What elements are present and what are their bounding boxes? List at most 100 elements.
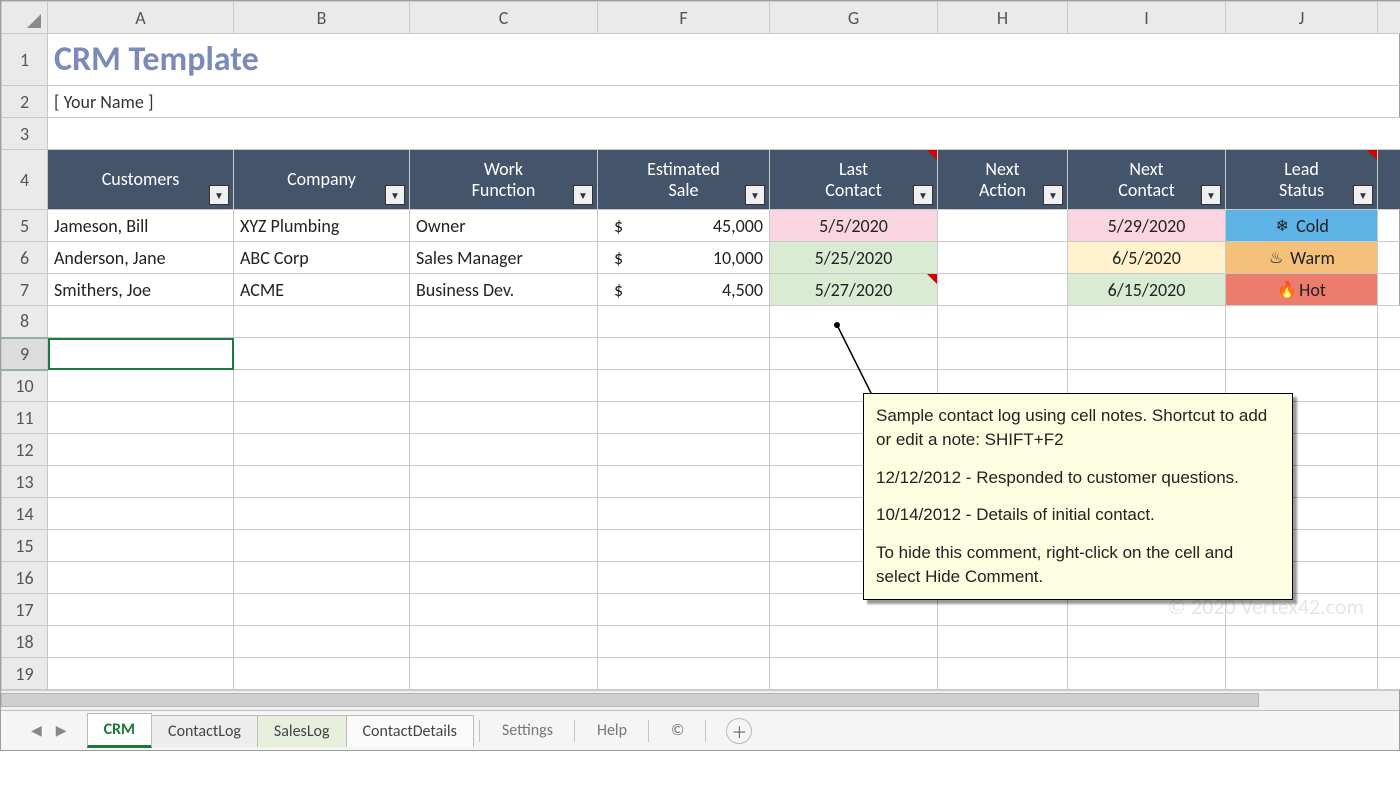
col-K[interactable]: K [1378,2,1400,34]
tab-saleslog[interactable]: SalesLog [257,715,347,747]
spreadsheet-frame: A B C F G H I J K 1 CRM Template 2 [ You… [0,0,1400,751]
tab-nav-prev-icon[interactable]: ◀ [31,722,42,739]
row-5[interactable]: 5 [2,210,48,242]
header-last-contact[interactable]: LastContact [770,150,938,210]
filter-button-last-contact[interactable] [913,185,933,205]
cell-lead-source[interactable]: Website [1378,242,1400,274]
tab-settings[interactable]: Settings [486,715,569,746]
cell-lead-status[interactable]: ♨Warm [1226,242,1378,274]
row-4[interactable]: 4 [2,150,48,210]
filter-button-work-function[interactable] [573,185,593,205]
header-company[interactable]: Company [234,150,410,210]
header-next-action[interactable]: NextAction [938,150,1068,210]
row-18[interactable]: 18 [2,626,48,658]
row-19[interactable]: 19 [2,658,48,690]
header-lead-source[interactable]: LeadSource [1378,150,1400,210]
header-lead-status[interactable]: LeadStatus [1226,150,1378,210]
col-G[interactable]: G [770,2,938,34]
table-row[interactable]: 5 Jameson, Bill XYZ Plumbing Owner $45,0… [2,210,1400,242]
header-estimated-sale[interactable]: EstimatedSale [598,150,770,210]
row-11[interactable]: 11 [2,402,48,434]
subtitle-cell[interactable]: [ Your Name ] [48,86,1400,118]
header-estimated-sale-label: EstimatedSale [604,159,763,200]
cell-last-contact[interactable]: 5/25/2020 [770,242,938,274]
tab-contactlog[interactable]: ContactLog [151,715,258,747]
cell-function[interactable]: Owner [410,210,598,242]
col-C[interactable]: C [410,2,598,34]
cell-next-action[interactable] [938,274,1068,306]
header-customers[interactable]: Customers [48,150,234,210]
row-10[interactable]: 10 [2,370,48,402]
cell-estimated-sale[interactable]: $10,000 [598,242,770,274]
col-J[interactable]: J [1226,2,1378,34]
filter-button-customers[interactable] [209,185,229,205]
cell-company[interactable]: ABC Corp [234,242,410,274]
cell-next-contact[interactable]: 6/15/2020 [1068,274,1226,306]
col-I[interactable]: I [1068,2,1226,34]
col-F[interactable]: F [598,2,770,34]
row-15[interactable]: 15 [2,530,48,562]
row-8[interactable]: 8 [2,306,48,338]
status-label: Hot [1299,279,1326,301]
header-customers-label: Customers [54,169,227,190]
add-sheet-button[interactable]: ＋ [726,718,752,744]
row-2[interactable]: 2 [2,86,48,118]
tab-separator [648,720,649,742]
cell-customer[interactable]: Jameson, Bill [48,210,234,242]
cell-function[interactable]: Business Dev. [410,274,598,306]
cell-last-contact[interactable]: 5/27/2020 [770,274,938,306]
row-14[interactable]: 14 [2,498,48,530]
tab-help[interactable]: Help [581,715,643,746]
row-3[interactable]: 3 [2,118,48,150]
table-row[interactable]: 7 Smithers, Joe ACME Business Dev. $4,50… [2,274,1400,306]
tab-separator [574,720,575,742]
cell-lead-source[interactable]: Email [1378,274,1400,306]
cell-lead-status[interactable]: ❄Cold [1226,210,1378,242]
cell-next-contact[interactable]: 5/29/2020 [1068,210,1226,242]
filter-button-lead-status[interactable] [1353,185,1373,205]
cell-lead-source[interactable]: Referral [1378,210,1400,242]
filter-button-next-action[interactable] [1043,185,1063,205]
cell-next-contact[interactable]: 6/5/2020 [1068,242,1226,274]
header-work-function-label: WorkFunction [416,159,591,200]
tab-crm[interactable]: CRM [87,713,152,748]
table-row[interactable]: 6 Anderson, Jane ABC Corp Sales Manager … [2,242,1400,274]
tab-nav-next-icon[interactable]: ▶ [56,722,67,739]
row-1[interactable]: 1 [2,34,48,86]
horizontal-scrollbar[interactable] [1,690,1399,710]
cell-company[interactable]: XYZ Plumbing [234,210,410,242]
header-work-function[interactable]: WorkFunction [410,150,598,210]
cell-lead-status[interactable]: 🔥Hot [1226,274,1378,306]
plus-icon: ＋ [731,719,747,743]
cell-customer[interactable]: Anderson, Jane [48,242,234,274]
cell-next-action[interactable] [938,210,1068,242]
row-6[interactable]: 6 [2,242,48,274]
cell-last-contact[interactable]: 5/5/2020 [770,210,938,242]
tab-contactdetails[interactable]: ContactDetails [346,715,474,747]
cell-next-action[interactable] [938,242,1068,274]
filter-button-next-contact[interactable] [1201,185,1221,205]
header-next-contact[interactable]: NextContact [1068,150,1226,210]
filter-button-company[interactable] [385,185,405,205]
row-17[interactable]: 17 [2,594,48,626]
scroll-thumb[interactable] [1,693,1259,707]
tab-copyright[interactable]: © [655,715,700,746]
col-A[interactable]: A [48,2,234,34]
cell-customer[interactable]: Smithers, Joe [48,274,234,306]
cell-blank-3[interactable] [48,118,1400,150]
select-all-corner[interactable] [2,2,48,34]
cell-function[interactable]: Sales Manager [410,242,598,274]
row-16[interactable]: 16 [2,562,48,594]
row-13[interactable]: 13 [2,466,48,498]
col-B[interactable]: B [234,2,410,34]
col-H[interactable]: H [938,2,1068,34]
row-9[interactable]: 9 [2,338,48,370]
row-12[interactable]: 12 [2,434,48,466]
active-cell[interactable] [48,338,234,370]
cell-estimated-sale[interactable]: $45,000 [598,210,770,242]
row-7[interactable]: 7 [2,274,48,306]
filter-button-estimated-sale[interactable] [745,185,765,205]
cell-estimated-sale[interactable]: $4,500 [598,274,770,306]
cell-company[interactable]: ACME [234,274,410,306]
title-cell[interactable]: CRM Template [48,34,1400,86]
